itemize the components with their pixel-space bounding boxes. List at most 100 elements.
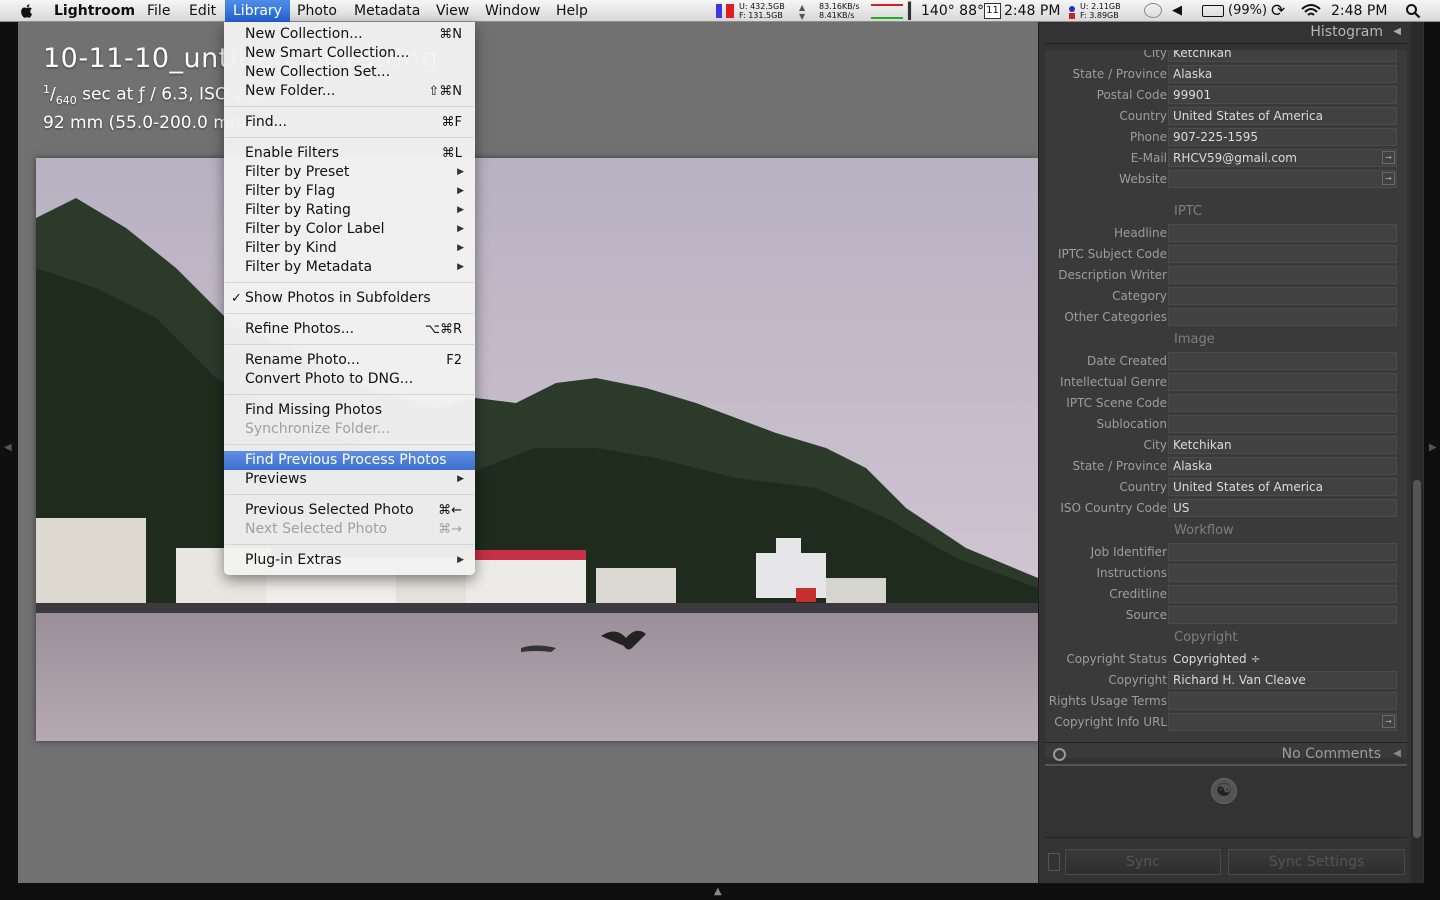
meta-label: IPTC Scene Code: [1066, 396, 1167, 410]
menu-filter-by-flag[interactable]: Filter by Flag ▶: [224, 182, 475, 201]
meta-value[interactable]: [1168, 373, 1397, 391]
menu-new-smart-collection[interactable]: New Smart Collection...: [224, 44, 475, 63]
meta-value[interactable]: United States of America: [1168, 107, 1397, 125]
menu-new-folder[interactable]: New Folder... ⇧⌘N: [224, 82, 475, 101]
meta-label: Copyright: [1108, 673, 1167, 687]
volume-icon[interactable]: ◀: [1172, 0, 1182, 22]
filmstrip-collapsed[interactable]: ▲: [0, 883, 1440, 900]
chat-bubble-icon[interactable]: [1144, 3, 1162, 18]
meta-value[interactable]: [1168, 287, 1397, 305]
menu-metadata[interactable]: Metadata: [346, 0, 428, 22]
menu-enable-filters[interactable]: Enable Filters ⌘L: [224, 144, 475, 163]
menu-edit[interactable]: Edit: [181, 0, 224, 22]
meta-value[interactable]: [1168, 266, 1397, 284]
meta-value[interactable]: [1168, 606, 1397, 624]
menu-convert-to-dng[interactable]: Convert Photo to DNG...: [224, 370, 475, 389]
copyright-status-select[interactable]: Copyrighted ÷: [1168, 650, 1397, 668]
meta-label: Website: [1119, 172, 1167, 186]
meta-value[interactable]: RHCV59@gmail.com →: [1168, 149, 1397, 167]
clock-primary[interactable]: 2:48 PM: [1004, 0, 1060, 22]
menu-view[interactable]: View: [428, 0, 477, 22]
collapse-right-icon[interactable]: ▶: [1429, 442, 1437, 453]
clock-secondary[interactable]: 2:48 PM: [1331, 0, 1387, 22]
menu-refine-photos[interactable]: Refine Photos... ⌥⌘R: [224, 320, 475, 339]
meta-value[interactable]: [1168, 308, 1397, 326]
menu-find-previous-process-photos[interactable]: Find Previous Process Photos: [224, 451, 475, 470]
spotlight-search-icon[interactable]: [1405, 3, 1421, 19]
menu-label: Find Previous Process Photos: [245, 452, 447, 468]
meta-value[interactable]: [1168, 352, 1397, 370]
histogram-collapse-icon[interactable]: ◀: [1393, 26, 1401, 37]
expand-left-icon[interactable]: ◀: [4, 442, 12, 453]
meta-value[interactable]: [1168, 224, 1397, 242]
battery-icon[interactable]: [1202, 5, 1224, 17]
refresh-comments-icon[interactable]: [1053, 748, 1066, 761]
sync-button[interactable]: Sync: [1065, 849, 1221, 875]
menu-filter-by-kind[interactable]: Filter by Kind ▶: [224, 239, 475, 258]
menu-label: Next Selected Photo: [245, 521, 388, 537]
wifi-icon[interactable]: [1300, 3, 1322, 19]
sync-icon[interactable]: ⟳: [1271, 0, 1285, 22]
menu-filter-by-rating[interactable]: Filter by Rating ▶: [224, 201, 475, 220]
meta-value[interactable]: →: [1168, 713, 1397, 731]
meta-value[interactable]: Ketchikan: [1168, 50, 1397, 62]
meta-value[interactable]: Richard H. Van Cleave: [1168, 671, 1397, 689]
menu-show-photos-in-subfolders[interactable]: ✓ Show Photos in Subfolders: [224, 289, 475, 308]
email-go-icon[interactable]: →: [1382, 151, 1395, 164]
disk-stats: U: 432.5GB F: 131.5GB: [739, 2, 785, 20]
meta-label: Copyright Status: [1066, 652, 1167, 666]
meta-value[interactable]: US: [1168, 499, 1397, 517]
copyright-url-go-icon[interactable]: →: [1382, 715, 1395, 728]
apple-icon[interactable]: [18, 2, 36, 20]
menu-app[interactable]: Lightroom: [46, 0, 143, 22]
menu-previews[interactable]: Previews ▶: [224, 470, 475, 489]
menu-photo[interactable]: Photo: [289, 0, 345, 22]
meta-row-country: Country United States of America: [1045, 106, 1407, 127]
meta-value[interactable]: United States of America: [1168, 478, 1397, 496]
panel-scrollbar-thumb[interactable]: [1413, 480, 1421, 838]
meta-value[interactable]: 907-225-1595: [1168, 128, 1397, 146]
menu-rename-photo[interactable]: Rename Photo... F2: [224, 351, 475, 370]
meta-value[interactable]: [1168, 543, 1397, 561]
meta-value[interactable]: [1168, 394, 1397, 412]
menu-previous-selected-photo[interactable]: Previous Selected Photo ⌘←: [224, 501, 475, 520]
meta-value[interactable]: [1168, 415, 1397, 433]
menu-plugin-extras[interactable]: Plug-in Extras ▶: [224, 551, 475, 570]
meta-label: Headline: [1113, 226, 1167, 240]
meta-value[interactable]: [1168, 564, 1397, 582]
meta-value[interactable]: [1168, 585, 1397, 603]
meta-value[interactable]: [1168, 692, 1397, 710]
menu-help[interactable]: Help: [548, 0, 596, 22]
menu-new-collection[interactable]: New Collection... ⌘N: [224, 25, 475, 44]
meta-row-intellectual-genre: Intellectual Genre: [1045, 372, 1407, 393]
meta-value[interactable]: [1168, 245, 1397, 263]
menu-file[interactable]: File: [139, 0, 178, 22]
menu-filter-by-metadata[interactable]: Filter by Metadata ▶: [224, 258, 475, 277]
meta-value[interactable]: Alaska: [1168, 65, 1397, 83]
menu-separator: [225, 494, 474, 495]
meta-value[interactable]: Ketchikan: [1168, 436, 1397, 454]
menu-window[interactable]: Window: [477, 0, 548, 22]
menu-find[interactable]: Find... ⌘F: [224, 113, 475, 132]
auto-sync-toggle[interactable]: [1048, 853, 1060, 871]
menu-filter-by-preset[interactable]: Filter by Preset ▶: [224, 163, 475, 182]
menu-library[interactable]: Library: [225, 0, 290, 22]
expand-filmstrip-icon[interactable]: ▲: [714, 886, 722, 897]
calendar-icon[interactable]: 11: [984, 3, 1001, 19]
menu-filter-by-color-label[interactable]: Filter by Color Label ▶: [224, 220, 475, 239]
main-photo[interactable]: [36, 158, 1038, 741]
comments-header[interactable]: No Comments ◀: [1045, 742, 1407, 766]
meta-row-website: Website →: [1045, 169, 1407, 190]
meta-value[interactable]: →: [1168, 170, 1397, 188]
meta-value[interactable]: Alaska: [1168, 457, 1397, 475]
website-go-icon[interactable]: →: [1382, 172, 1395, 185]
histogram-header[interactable]: Histogram ◀: [1045, 22, 1407, 44]
disk-usage-bar: [726, 4, 734, 18]
menu-new-collection-set[interactable]: New Collection Set...: [224, 63, 475, 82]
left-panel-collapsed[interactable]: ◀: [0, 22, 18, 900]
meta-value[interactable]: 99901: [1168, 86, 1397, 104]
sync-settings-button[interactable]: Sync Settings: [1228, 849, 1405, 875]
comments-collapse-icon[interactable]: ◀: [1393, 748, 1401, 759]
menu-shortcut: F2: [446, 353, 462, 368]
menu-find-missing-photos[interactable]: Find Missing Photos: [224, 401, 475, 420]
